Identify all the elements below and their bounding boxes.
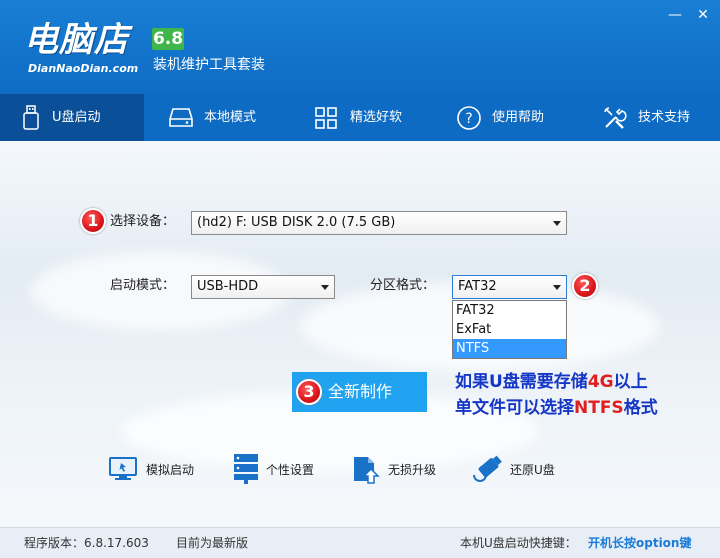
nav-item-local-mode[interactable]: 本地模式: [144, 94, 288, 141]
restore-usb-icon: [473, 455, 502, 482]
app-logo: 电脑店: [24, 20, 129, 60]
tool-label: 个性设置: [266, 462, 315, 477]
nav-item-help[interactable]: ? 使用帮助: [432, 94, 576, 141]
dropdown-option-fat32[interactable]: FAT32: [453, 301, 566, 320]
tool-label: 还原U盘: [510, 462, 555, 477]
title-bar: 电脑店 DianNaoDian.com 6.8 装机维护工具套装 — ✕: [0, 0, 720, 94]
app-logo-domain: DianNaoDian.com: [28, 62, 139, 75]
boot-mode-select[interactable]: USB-HDD: [191, 275, 335, 299]
nav-item-label: 使用帮助: [492, 110, 545, 125]
nav-item-usb-boot[interactable]: U盘启动: [0, 94, 144, 141]
create-button-label: 全新制作: [328, 382, 393, 401]
tool-label: 模拟启动: [146, 462, 195, 477]
tip-text: 格式: [623, 398, 658, 418]
svg-text:?: ?: [465, 111, 472, 127]
boot-mode-select-value: USB-HDD: [197, 279, 259, 294]
version-badge: 6.8: [152, 28, 184, 50]
tip-line-1: 如果U盘需要存储4G以上: [455, 369, 658, 395]
chevron-down-icon: [553, 221, 561, 226]
tip-text: 以上: [613, 372, 648, 392]
nav-item-label: U盘启动: [52, 110, 101, 125]
restore-usb-button[interactable]: 还原U盘: [470, 451, 555, 487]
main-nav: U盘启动 本地模式 精选好软 ? 使用帮助 技术支持: [0, 94, 720, 141]
tip-text: 单文件可以选择: [455, 398, 574, 418]
hard-disk-icon: [169, 107, 193, 127]
step-3-badge: 3: [296, 379, 322, 405]
nav-item-apps[interactable]: 精选好软: [288, 94, 432, 141]
nav-item-label: 技术支持: [638, 110, 691, 125]
simulate-boot-button[interactable]: 模拟启动: [108, 451, 194, 487]
close-button[interactable]: ✕: [692, 6, 714, 24]
version-text: 程序版本：6.8.17.603: [24, 536, 149, 550]
tip-highlight: NTFS: [574, 398, 624, 418]
partition-select-value: FAT32: [458, 279, 497, 294]
tip-text: 如果U盘需要存储: [455, 372, 588, 392]
hotkey-label: 本机U盘启动快捷键：: [460, 536, 577, 550]
app-subtitle: 装机维护工具套装: [153, 57, 265, 73]
personalize-icon: [234, 454, 258, 484]
nav-item-support[interactable]: 技术支持: [576, 94, 720, 141]
minimize-button[interactable]: —: [664, 6, 686, 24]
device-label: 选择设备：: [110, 214, 176, 229]
apps-grid-icon: [315, 106, 337, 129]
main-panel: 1 选择设备： (hd2) F: USB DISK 2.0 (7.5 GB) 启…: [0, 141, 720, 527]
tools-icon: [604, 106, 627, 129]
help-icon: ?: [457, 105, 481, 130]
step-1-badge: 1: [80, 208, 106, 234]
partition-label: 分区格式：: [370, 278, 436, 293]
hotkey-value: 开机长按option键: [588, 536, 692, 550]
dropdown-option-exfat[interactable]: ExFat: [453, 320, 566, 339]
nav-item-label: 本地模式: [204, 110, 257, 125]
simulate-boot-icon: [109, 457, 137, 480]
chevron-down-icon: [321, 285, 329, 290]
boot-mode-label: 启动模式：: [110, 278, 176, 293]
personalize-button[interactable]: 个性设置: [232, 451, 314, 487]
partition-select[interactable]: FAT32: [452, 275, 567, 299]
tip-highlight: 4G: [587, 372, 614, 392]
ntfs-tip: 如果U盘需要存储4G以上 单文件可以选择NTFS格式: [455, 369, 658, 421]
upgrade-icon: [354, 457, 380, 484]
update-status-text: 目前为最新版: [176, 536, 249, 550]
device-select[interactable]: (hd2) F: USB DISK 2.0 (7.5 GB): [191, 211, 567, 235]
partition-dropdown-list: FAT32 ExFat NTFS: [452, 300, 567, 359]
usb-drive-icon: [23, 104, 39, 130]
tool-label: 无损升级: [388, 462, 437, 477]
device-select-value: (hd2) F: USB DISK 2.0 (7.5 GB): [197, 215, 396, 230]
dropdown-option-ntfs[interactable]: NTFS: [453, 339, 566, 358]
upgrade-button[interactable]: 无损升级: [350, 451, 436, 487]
tip-line-2: 单文件可以选择NTFS格式: [455, 395, 658, 421]
status-bar: 程序版本：6.8.17.603 目前为最新版 本机U盘启动快捷键： 开机长按op…: [0, 527, 720, 558]
nav-item-label: 精选好软: [350, 110, 403, 125]
chevron-down-icon: [553, 285, 561, 290]
step-2-badge: 2: [572, 273, 598, 299]
